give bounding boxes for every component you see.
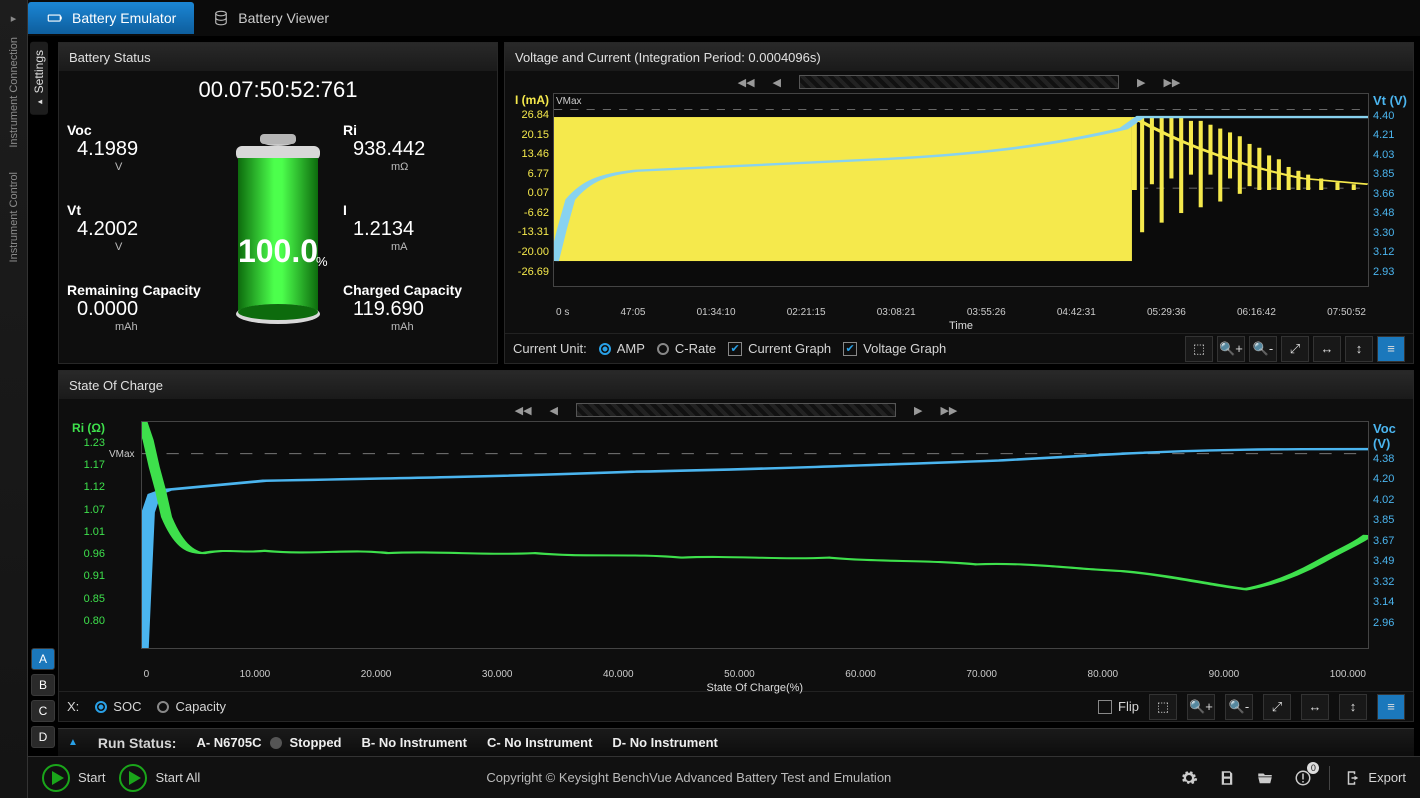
zoom-in-icon[interactable]: 🔍+ [1217, 336, 1245, 362]
run-status-bar: ▲ Run Status: A- N6705C Stopped B- No Ins… [58, 728, 1414, 756]
instrument-control-tab[interactable]: Instrument Control [8, 160, 20, 274]
vc-right-axis-label: Vt (V) [1369, 93, 1409, 108]
soc-xlabel: State Of Charge(%) [142, 682, 1368, 694]
battery-status-title: Battery Status [59, 43, 497, 71]
channel-tab-d[interactable]: D [31, 726, 55, 748]
database-icon [212, 9, 230, 27]
fit-icon[interactable]: ⤢ [1281, 336, 1309, 362]
ri-unit: mΩ [343, 161, 489, 173]
tab-emulator-label: Battery Emulator [72, 10, 176, 26]
soc-zoom-area-icon[interactable]: ⬚ [1149, 694, 1177, 720]
soc-zoom-out-icon[interactable]: 🔍- [1225, 694, 1253, 720]
tab-viewer-label: Battery Viewer [238, 10, 329, 26]
elapsed-timer: 00.07:50:52:761 [59, 71, 497, 107]
export-icon [1344, 769, 1362, 787]
radio-x-soc[interactable]: SOC [95, 699, 141, 714]
soc-zoom-in-icon[interactable]: 🔍+ [1187, 694, 1215, 720]
marker-icon[interactable]: ≡ [1377, 336, 1405, 362]
battery-icon [46, 9, 64, 27]
vc-plot[interactable]: VMax [553, 93, 1369, 287]
footer: Start Start All Copyright © Keysight Ben… [28, 756, 1420, 798]
vt-value: 4.2002 [67, 214, 138, 240]
soc-nav-first[interactable]: ◀◀ [515, 404, 532, 417]
soc-fit-x-icon[interactable]: ↔ [1301, 694, 1329, 720]
svg-text:100.0: 100.0 [238, 233, 318, 269]
run-a-label: A- N6705C [196, 735, 261, 750]
radio-amp[interactable]: AMP [599, 341, 645, 356]
save-icon[interactable] [1215, 766, 1239, 790]
start-button[interactable]: Start [42, 764, 105, 792]
zoom-out-icon[interactable]: 🔍- [1249, 336, 1277, 362]
charged-value: 119.690 [343, 294, 424, 320]
channel-tabs: A B C D [28, 38, 58, 756]
soc-marker-icon[interactable]: ≡ [1377, 694, 1405, 720]
voc-unit: V [67, 161, 213, 173]
settings-tab[interactable]: ▸ Settings [30, 42, 48, 115]
remaining-value: 0.0000 [67, 294, 138, 320]
vc-title: Voltage and Current (Integration Period:… [505, 43, 1413, 71]
battery-status-panel: Battery Status 00.07:50:52:761 Voc 4.198… [58, 42, 498, 364]
soc-nav-next[interactable]: ▶ [914, 404, 922, 417]
radio-crate[interactable]: C-Rate [657, 341, 716, 356]
soc-fit-y-icon[interactable]: ↕ [1339, 694, 1367, 720]
charged-unit: mAh [343, 321, 489, 333]
run-b-label: B- No Instrument [362, 735, 467, 750]
vt-unit: V [67, 241, 213, 253]
soc-plot[interactable]: 010.00020.00030.00040.00050.00060.00070.… [141, 421, 1369, 649]
current-unit-label: Current Unit: [513, 341, 587, 356]
checkbox-flip[interactable]: Flip [1098, 699, 1139, 714]
fit-y-icon[interactable]: ↕ [1345, 336, 1373, 362]
vc-nav-first[interactable]: ◀◀ [738, 76, 755, 89]
radio-x-capacity[interactable]: Capacity [157, 699, 226, 714]
fit-x-icon[interactable]: ↔ [1313, 336, 1341, 362]
channel-tab-a[interactable]: A [31, 648, 55, 670]
channel-tab-c[interactable]: C [31, 700, 55, 722]
vc-nav-prev[interactable]: ◀ [773, 76, 781, 89]
remaining-unit: mAh [67, 321, 213, 333]
run-c-label: C- No Instrument [487, 735, 592, 750]
soc-fit-icon[interactable]: ⤢ [1263, 694, 1291, 720]
vc-nav-last[interactable]: ▶▶ [1163, 76, 1180, 89]
export-button[interactable]: Export [1344, 769, 1406, 787]
alert-icon[interactable] [1291, 766, 1315, 790]
soc-vmax-label: VMax [109, 449, 135, 460]
checkbox-voltage-graph[interactable]: ✔Voltage Graph [843, 341, 946, 356]
expand-icon[interactable]: ▲ [68, 737, 78, 748]
soc-scrubber[interactable] [576, 403, 896, 417]
status-dot-icon [270, 737, 282, 749]
channel-tab-b[interactable]: B [31, 674, 55, 696]
run-d-label: D- No Instrument [612, 735, 717, 750]
vc-nav-next[interactable]: ▶ [1137, 76, 1145, 89]
run-a-status: Stopped [290, 735, 342, 750]
gear-icon[interactable] [1177, 766, 1201, 790]
soc-title: State Of Charge [59, 371, 1413, 399]
i-value: 1.2134 [343, 214, 414, 240]
zoom-area-icon[interactable]: ⬚ [1185, 336, 1213, 362]
ri-value: 938.442 [343, 134, 425, 160]
vc-left-axis-label: I (mA) [509, 93, 553, 107]
top-tabs: Battery Emulator Battery Viewer [28, 0, 1420, 38]
vc-scrubber[interactable] [799, 75, 1119, 89]
open-icon[interactable] [1253, 766, 1277, 790]
voltage-current-panel: Voltage and Current (Integration Period:… [504, 42, 1414, 364]
soc-left-axis-label: Ri (Ω) [63, 421, 109, 435]
soc-nav-prev[interactable]: ◀ [550, 404, 558, 417]
start-all-button[interactable]: Start All [119, 764, 200, 792]
copyright-label: Copyright © Keysight BenchVue Advanced B… [214, 770, 1163, 785]
voc-value: 4.1989 [67, 134, 138, 160]
battery-gauge-icon: 100.0 % [218, 122, 338, 332]
instrument-sidebar: ▸ Instrument Connection Instrument Contr… [0, 0, 28, 798]
soc-right-axis-label: Voc (V) [1369, 421, 1409, 451]
soc-panel: State Of Charge ◀◀ ◀ ▶ ▶▶ Ri (Ω) 1.231.1… [58, 370, 1414, 722]
instrument-connection-tab[interactable]: Instrument Connection [8, 25, 20, 160]
i-unit: mA [343, 241, 489, 253]
x-mode-label: X: [67, 699, 79, 714]
tab-battery-viewer[interactable]: Battery Viewer [194, 2, 347, 34]
soc-nav-last[interactable]: ▶▶ [940, 404, 957, 417]
checkbox-current-graph[interactable]: ✔Current Graph [728, 341, 831, 356]
tab-battery-emulator[interactable]: Battery Emulator [28, 2, 194, 34]
run-status-label: Run Status: [98, 735, 177, 751]
vc-xlabel: Time [554, 320, 1368, 332]
svg-text:%: % [316, 254, 328, 269]
